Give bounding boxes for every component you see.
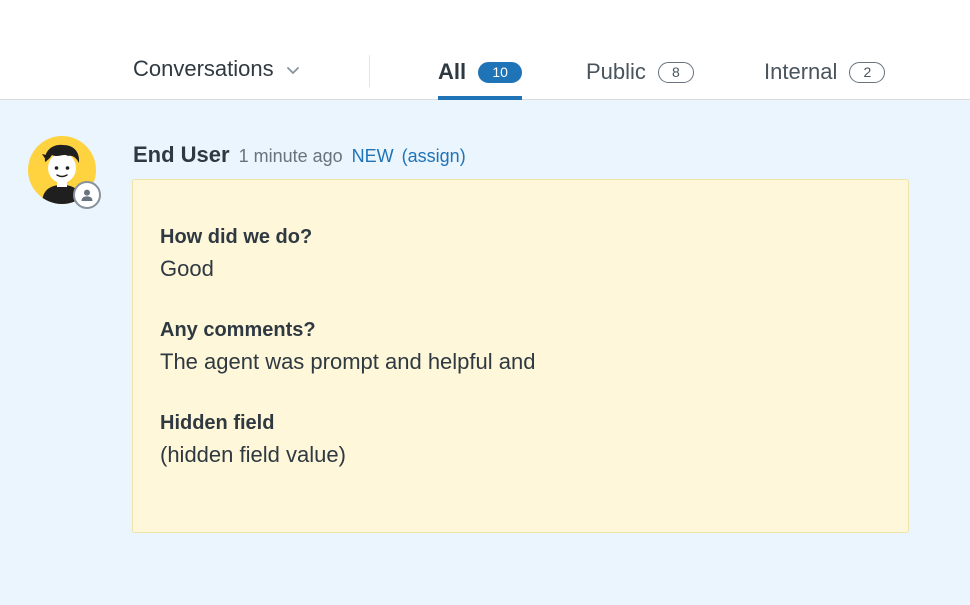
tab-all-count: 10 xyxy=(478,62,523,83)
tab-public-label: Public xyxy=(586,59,646,84)
tab-public[interactable]: Public 8 xyxy=(586,58,694,100)
tab-internal-label: Internal xyxy=(764,59,838,84)
field-question: Any comments? xyxy=(160,319,316,341)
field-question: Hidden field xyxy=(160,412,275,434)
field-question: How did we do? xyxy=(160,226,313,248)
message-meta: End User 1 minute ago NEW (assign) xyxy=(133,142,466,168)
status-badge: NEW xyxy=(351,146,394,166)
tab-internal-count: 2 xyxy=(849,62,886,83)
end-user-badge xyxy=(73,181,101,209)
conversation-header: Conversations All 10 Public 8 Internal 2 xyxy=(0,0,970,100)
message-card: How did we do? Good Any comments? The ag… xyxy=(132,179,909,533)
header-divider xyxy=(369,55,370,87)
conversations-dropdown[interactable]: Conversations xyxy=(133,56,300,82)
chevron-down-icon xyxy=(286,66,300,75)
conversations-dropdown-label: Conversations xyxy=(133,56,274,81)
message-timestamp: 1 minute ago xyxy=(238,146,343,166)
field-answer: Good xyxy=(160,256,214,281)
field-answer: The agent was prompt and helpful and xyxy=(160,349,536,374)
person-icon xyxy=(81,189,93,201)
tab-internal[interactable]: Internal 2 xyxy=(764,58,886,100)
field-answer: (hidden field value) xyxy=(160,442,346,467)
form-field: Hidden field (hidden field value) xyxy=(160,408,881,471)
tab-all-label: All xyxy=(438,59,467,84)
author-name: End User xyxy=(133,142,230,167)
form-field: Any comments? The agent was prompt and h… xyxy=(160,315,881,378)
assign-link[interactable]: (assign) xyxy=(402,146,466,167)
form-field: How did we do? Good xyxy=(160,222,881,285)
avatar xyxy=(28,136,101,209)
tab-public-count: 8 xyxy=(657,62,694,83)
tab-all[interactable]: All 10 xyxy=(438,58,523,100)
